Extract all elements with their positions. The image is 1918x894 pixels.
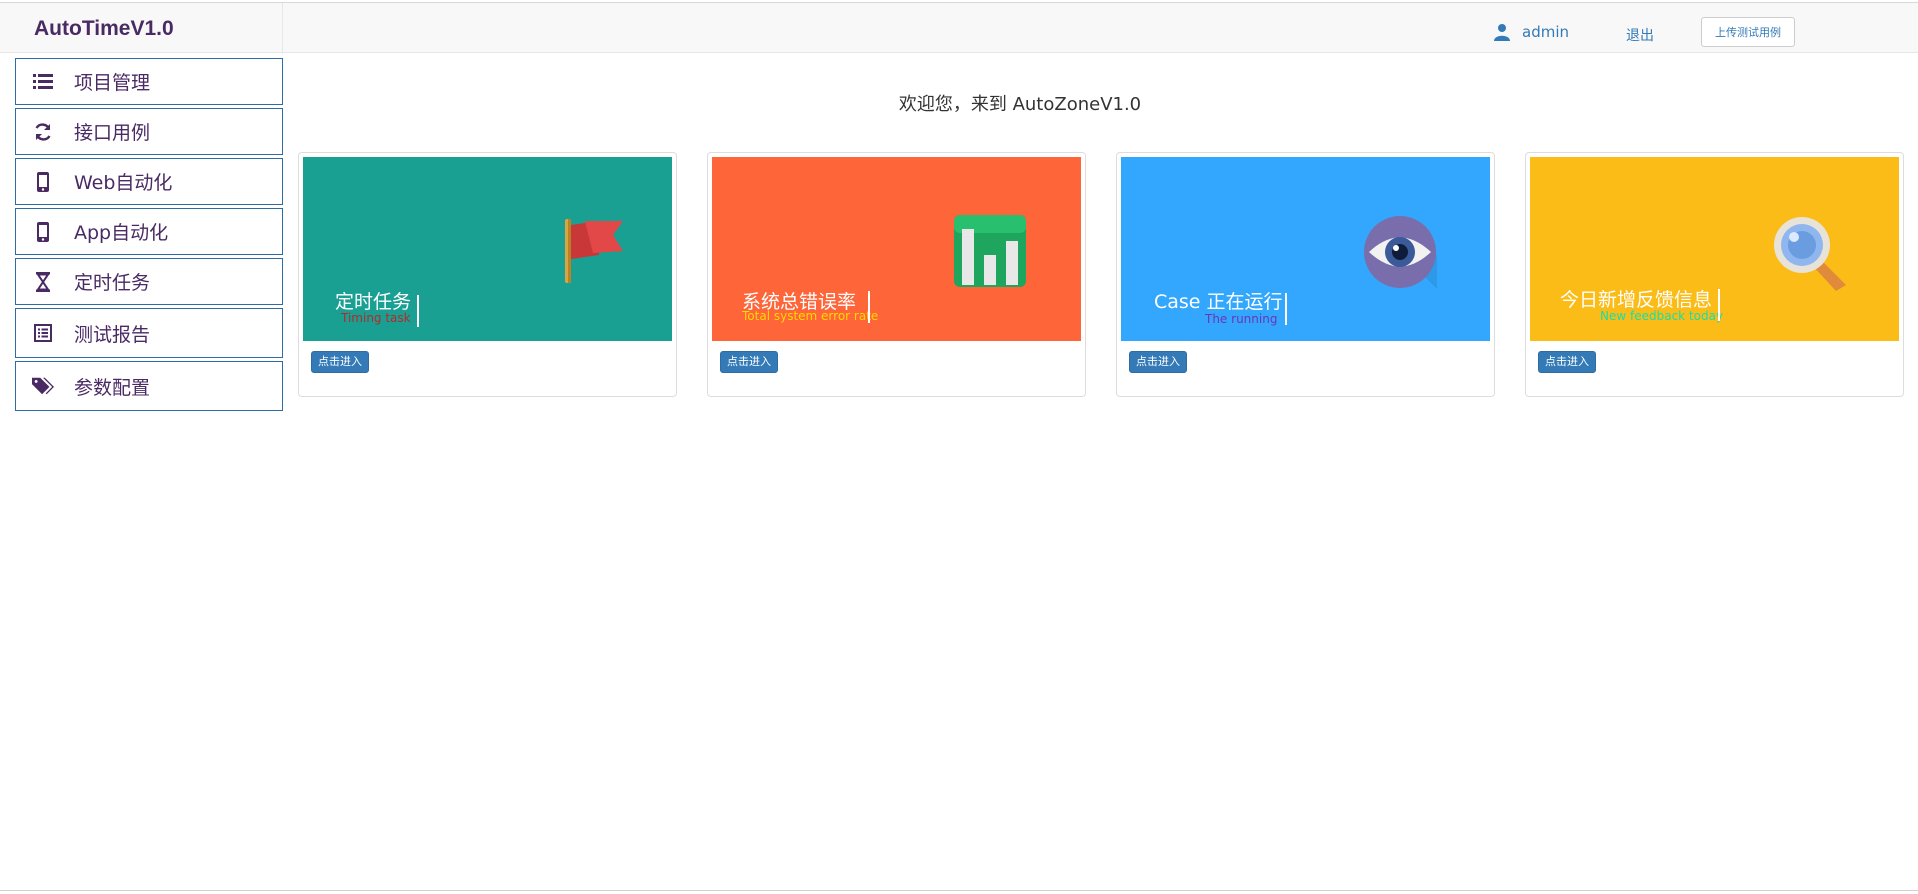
top-navbar: AutoTimeV1.0 admin 退出 上传测试用例 (0, 2, 1918, 54)
sidebar-item-label: 接口用例 (74, 122, 151, 144)
card-banner[interactable]: Case 正在运行 The running (1121, 157, 1490, 341)
bar-chart-icon (954, 215, 1026, 287)
card-feedback: 今日新增反馈信息 New feedback today 点击进入 (1525, 152, 1904, 397)
refresh-icon (32, 121, 54, 143)
magnifier-icon (1774, 217, 1846, 291)
user-link[interactable]: admin (1492, 23, 1569, 41)
enter-button[interactable]: 点击进入 (1129, 351, 1187, 373)
card-subtitle: The running (1205, 312, 1278, 326)
card-banner[interactable]: 系统总错误率 Total system error rate (712, 157, 1081, 341)
hourglass-icon (32, 271, 54, 293)
enter-button[interactable]: 点击进入 (720, 351, 778, 373)
card-title: Case 正在运行 (1154, 291, 1283, 313)
report-icon (32, 322, 54, 344)
sidebar-item-app-automation[interactable]: App自动化 (15, 208, 283, 255)
enter-button[interactable]: 点击进入 (311, 351, 369, 373)
tags-icon (32, 375, 54, 397)
title-divider (417, 295, 419, 327)
welcome-message: 欢迎您，来到 AutoZoneV1.0 (898, 94, 1142, 115)
user-name: admin (1522, 23, 1569, 41)
title-divider (1718, 289, 1720, 321)
sidebar-item-label: 测试报告 (74, 323, 151, 346)
logout-link[interactable]: 退出 (1626, 25, 1654, 45)
eye-icon (1364, 216, 1437, 289)
user-icon (1494, 24, 1510, 41)
card-banner[interactable]: 今日新增反馈信息 New feedback today (1530, 157, 1899, 341)
sidebar-item-label: 参数配置 (74, 376, 151, 399)
sidebar-item-web-automation[interactable]: Web自动化 (15, 158, 283, 205)
phone-icon (32, 171, 54, 193)
card-scheduled-task: 定时任务 Timing task 点击进入 (298, 152, 677, 397)
sidebar-item-params[interactable]: 参数配置 (15, 361, 283, 411)
sidebar-item-scheduled-task[interactable]: 定时任务 (15, 258, 283, 305)
title-divider (868, 291, 870, 323)
card-subtitle: Timing task (341, 311, 411, 325)
sidebar-item-label: 定时任务 (74, 272, 151, 294)
card-subtitle: Total system error rate (742, 309, 879, 323)
card-title: 今日新增反馈信息 (1560, 289, 1713, 311)
enter-button[interactable]: 点击进入 (1538, 351, 1596, 373)
sidebar-item-label: App自动化 (74, 222, 169, 244)
upload-testcase-button[interactable]: 上传测试用例 (1701, 17, 1795, 47)
card-subtitle: New feedback today (1600, 309, 1724, 323)
sidebar-item-label: Web自动化 (74, 172, 173, 194)
brand-title[interactable]: AutoTimeV1.0 (34, 17, 174, 41)
page: AutoTimeV1.0 admin 退出 上传测试用例 项目管理 接口用例 W… (0, 0, 1918, 894)
phone-icon (32, 221, 54, 243)
card-running: Case 正在运行 The running 点击进入 (1116, 152, 1495, 397)
card-banner[interactable]: 定时任务 Timing task (303, 157, 672, 341)
title-divider (1285, 293, 1287, 325)
card-error-rate: 系统总错误率 Total system error rate 点击进入 (707, 152, 1086, 397)
footer-divider (0, 890, 1918, 891)
brand-divider (282, 3, 283, 54)
sidebar-item-test-report[interactable]: 测试报告 (15, 308, 283, 358)
flag-icon (565, 219, 623, 283)
card-title: 定时任务 (335, 291, 412, 313)
